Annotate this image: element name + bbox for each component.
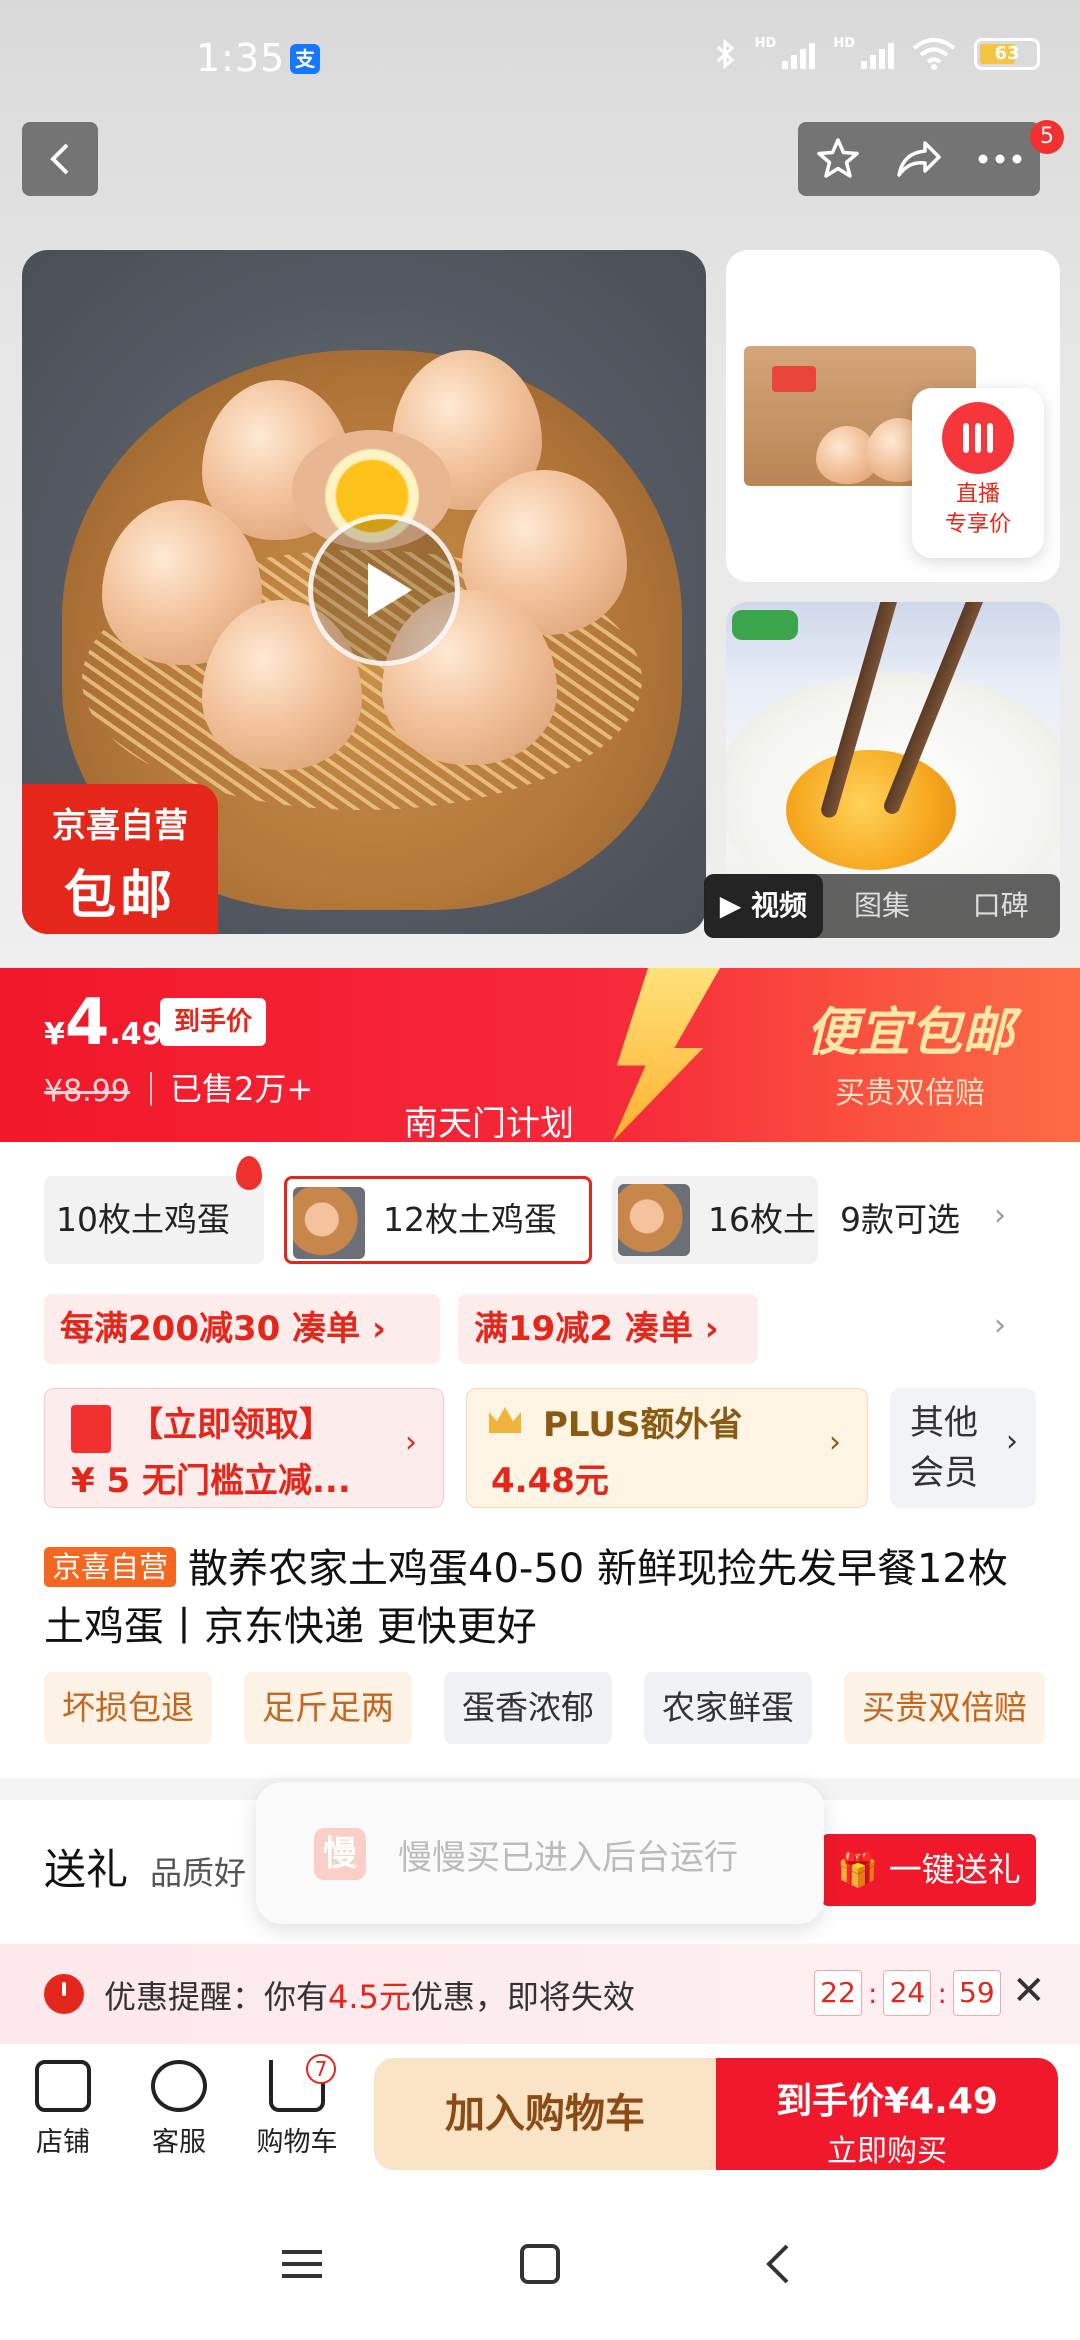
store-icon bbox=[35, 2060, 91, 2112]
other-member-coupon[interactable]: 其他 会员 › bbox=[890, 1388, 1036, 1508]
play-icon bbox=[368, 563, 412, 617]
slogan: 便宜包邮 bbox=[805, 1003, 1014, 1063]
sold-count: 已售2万+ bbox=[150, 1072, 313, 1106]
chevron-right-icon: › bbox=[405, 1425, 417, 1460]
signal-icon bbox=[782, 39, 816, 69]
system-back-button[interactable] bbox=[738, 2224, 818, 2304]
signal-icon-2 bbox=[861, 39, 894, 69]
send-gift-button[interactable]: 🎁 一键送礼 bbox=[822, 1834, 1036, 1906]
jingxi-tag: 京喜自营 bbox=[44, 1547, 177, 1587]
feature-tag: 蛋香浓郁 bbox=[444, 1672, 612, 1744]
promo-full-reduction-1[interactable]: 每满200减30 凑单 › bbox=[44, 1294, 440, 1364]
slogan-sub: 买贵双倍赔 bbox=[835, 1076, 985, 1111]
promo-more-chevron-icon[interactable]: › bbox=[994, 1308, 1006, 1343]
tab-gallery[interactable]: 图集 bbox=[823, 874, 942, 938]
service-face-icon bbox=[151, 2060, 207, 2112]
variant-12-eggs[interactable]: 12枚土鸡蛋 bbox=[284, 1176, 592, 1264]
feature-tag: 足斤足两 bbox=[244, 1672, 412, 1744]
menu-icon bbox=[282, 2250, 322, 2278]
home-square-icon bbox=[520, 2244, 560, 2284]
plan-label: 南天门计划 bbox=[404, 1104, 574, 1142]
message-badge: 5 bbox=[1030, 120, 1064, 154]
final-price-tag: 到手价 bbox=[160, 998, 267, 1046]
product-hero: 1:35 支 HD HD 63 5 京喜自营 包邮 直播 专享价 ▶ 视频 图集… bbox=[0, 0, 1080, 968]
promo-full-reduction-2[interactable]: 满19减2 凑单 › bbox=[458, 1294, 758, 1364]
chevron-right-icon: › bbox=[994, 1198, 1006, 1233]
product-title: 京喜自营 散养农家土鸡蛋40-50 新鲜现捡先发早餐12枚土鸡蛋丨京东快递 更快更… bbox=[44, 1546, 1008, 1650]
bluetooth-icon bbox=[716, 38, 734, 70]
buy-now-button[interactable]: 到手价¥4.49 立即购买 bbox=[716, 2058, 1058, 2170]
status-time: 1:35 bbox=[196, 36, 286, 80]
variant-16-eggs[interactable]: 16枚土 bbox=[612, 1176, 818, 1264]
variant-10-eggs[interactable]: 10枚土鸡蛋 bbox=[44, 1176, 264, 1264]
alipay-icon: 支 bbox=[290, 44, 320, 74]
wifi-icon bbox=[912, 38, 956, 70]
original-price: ¥8.99 bbox=[44, 1074, 130, 1109]
customer-service-button[interactable]: 客服 bbox=[124, 2060, 234, 2159]
price-banner: ¥4.49 到手价 ¥8.99 已售2万+ 南天门计划 便宜包邮 买贵双倍赔 bbox=[0, 968, 1080, 1142]
feature-tag: 坏损包退 bbox=[44, 1672, 212, 1744]
hot-icon bbox=[236, 1156, 262, 1190]
baitiao-icon bbox=[71, 1405, 111, 1453]
gift-title: 送礼 bbox=[44, 1845, 129, 1894]
home-button[interactable] bbox=[500, 2224, 580, 2304]
gift-subtitle: 品质好 bbox=[150, 1854, 247, 1892]
countdown-timer: 22: 24: 59 bbox=[814, 1970, 1001, 2016]
manmanmai-icon: 慢 bbox=[314, 1828, 366, 1880]
add-to-cart-button[interactable]: 加入购物车 bbox=[374, 2058, 716, 2170]
system-navigation-bar bbox=[0, 2184, 1080, 2340]
more-dots-icon[interactable] bbox=[977, 153, 1023, 165]
live-price-button[interactable]: 直播 专享价 bbox=[912, 388, 1044, 558]
feature-tag: 农家鲜蛋 bbox=[644, 1672, 812, 1744]
close-icon[interactable]: ✕ bbox=[1012, 1968, 1046, 2014]
store-button[interactable]: 店铺 bbox=[8, 2060, 118, 2159]
tab-video[interactable]: ▶ 视频 bbox=[704, 874, 823, 938]
baitiao-coupon[interactable]: 【立即领取】 ¥ 5 无门槛立减... › bbox=[44, 1388, 444, 1508]
play-video-button[interactable] bbox=[308, 514, 460, 666]
live-icon bbox=[942, 402, 1014, 474]
final-price: ¥4.49 bbox=[44, 986, 163, 1060]
chevron-left-icon bbox=[50, 143, 69, 175]
thumbnail-box-image[interactable]: 直播 专享价 bbox=[726, 250, 1060, 582]
more-variants-link[interactable]: 9款可选 bbox=[840, 1176, 960, 1264]
back-button[interactable] bbox=[22, 122, 98, 196]
cart-button[interactable]: 7 购物车 bbox=[242, 2054, 352, 2159]
star-icon[interactable] bbox=[815, 136, 861, 182]
feature-tag: 买贵双倍赔 bbox=[844, 1672, 1045, 1744]
brand-logo bbox=[732, 610, 798, 640]
chevron-right-icon: › bbox=[1006, 1424, 1018, 1459]
chevron-right-icon: › bbox=[829, 1425, 841, 1460]
back-arrow-icon bbox=[766, 2244, 789, 2284]
background-running-toast: 慢 慢慢买已进入后台运行 bbox=[256, 1782, 824, 1924]
status-bar: 1:35 支 HD HD 63 bbox=[0, 0, 1080, 110]
tab-reviews[interactable]: 口碑 bbox=[941, 874, 1060, 938]
media-tabs: ▶ 视频 图集 口碑 bbox=[704, 874, 1060, 938]
clock-icon bbox=[44, 1974, 84, 2014]
battery-icon: 63 bbox=[974, 38, 1040, 70]
crown-icon bbox=[489, 1407, 521, 1433]
main-product-image[interactable]: 京喜自营 包邮 bbox=[22, 250, 706, 934]
plus-coupon[interactable]: PLUS额外省 4.48元 › bbox=[466, 1388, 868, 1508]
cart-badge: 7 bbox=[306, 2054, 336, 2084]
share-icon[interactable] bbox=[895, 137, 943, 181]
nav-actions bbox=[798, 122, 1040, 196]
menu-button[interactable] bbox=[262, 2224, 342, 2304]
variant-selector: 10枚土鸡蛋 12枚土鸡蛋 16枚土 9款可选 › bbox=[0, 1156, 1080, 1268]
discount-reminder: 优惠提醒：你有4.5元优惠，即将失效 22: 24: 59 ✕ bbox=[0, 1944, 1080, 2044]
bottom-action-bar: 店铺 客服 7 购物车 加入购物车 到手价¥4.49 立即购买 bbox=[0, 2044, 1080, 2184]
status-icons: HD HD 63 bbox=[715, 36, 1040, 70]
jingxi-badge: 京喜自营 包邮 bbox=[22, 784, 218, 934]
